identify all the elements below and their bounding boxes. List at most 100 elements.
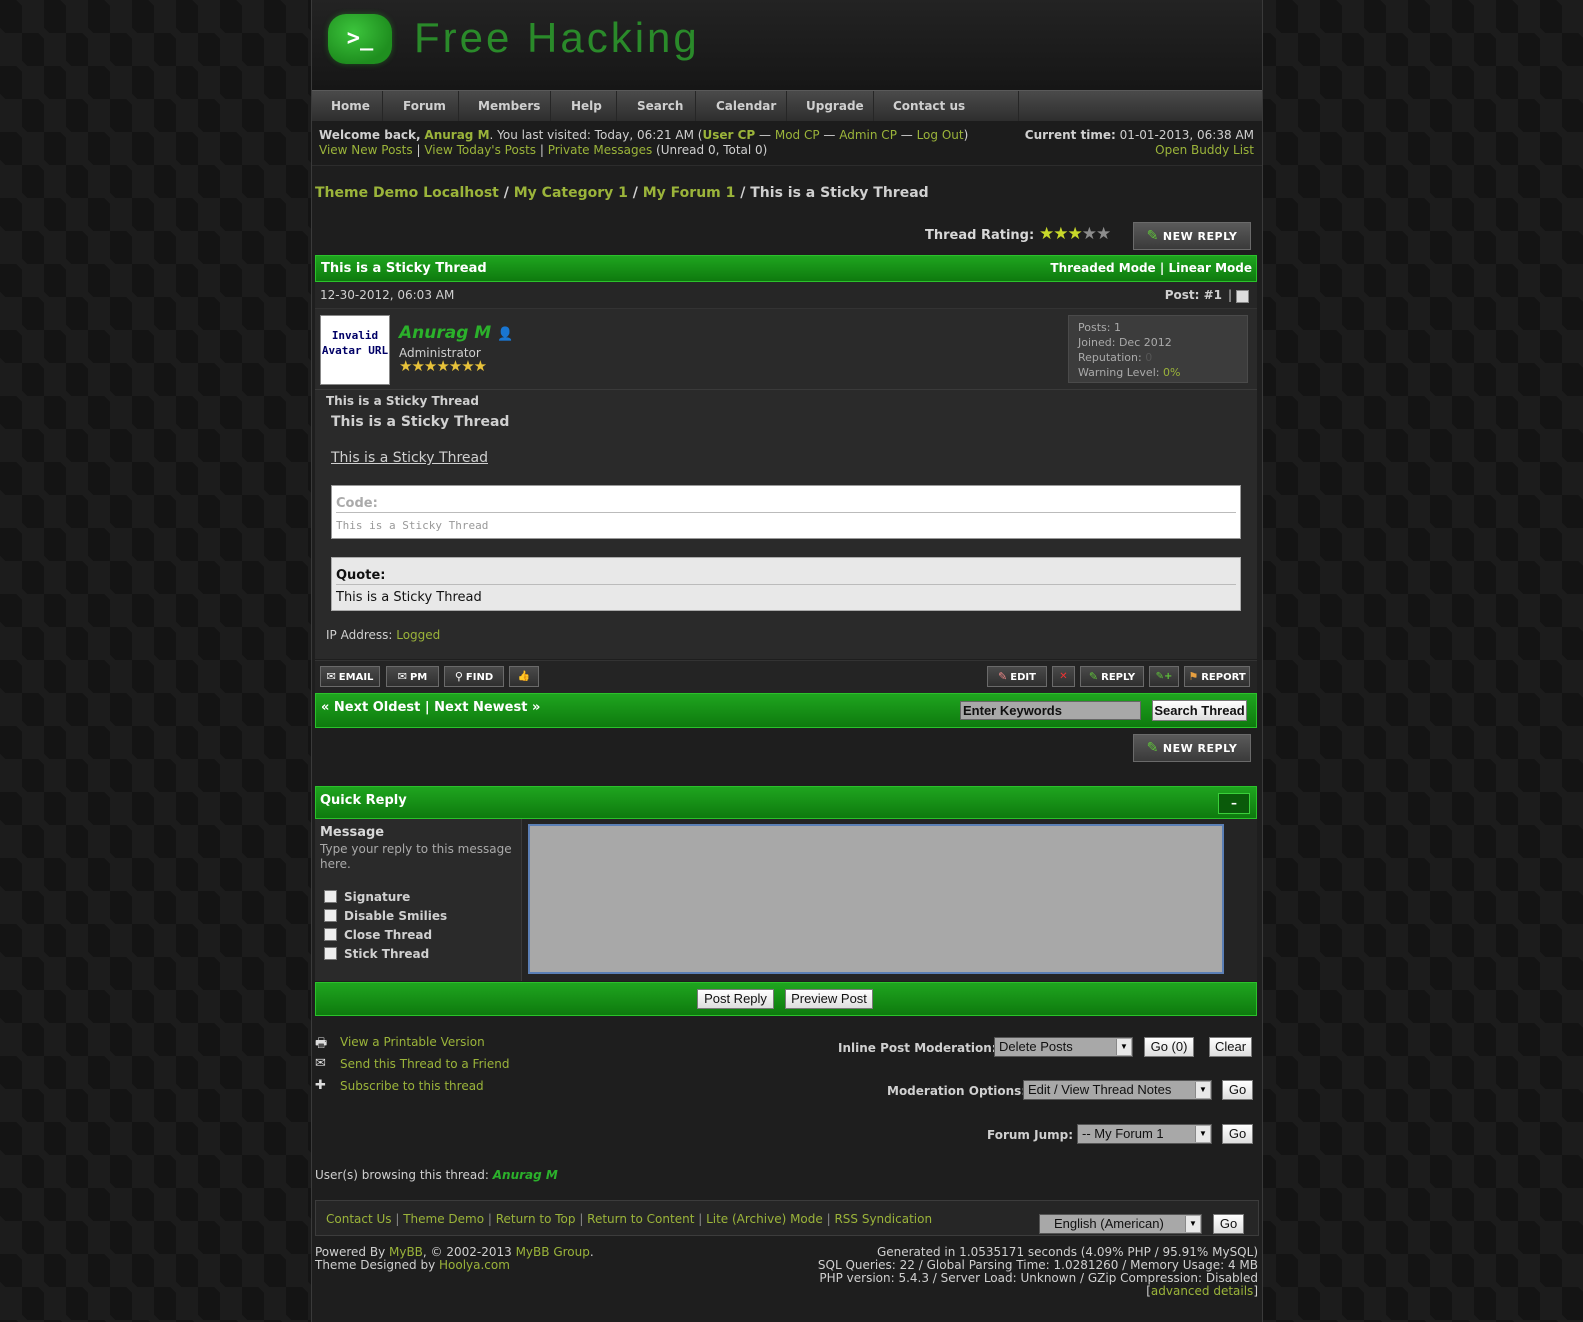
breadcrumb-sep: / bbox=[498, 185, 514, 201]
mybb-group-link[interactable]: MyBB Group bbox=[516, 1245, 590, 1259]
star-icon[interactable]: ★ bbox=[1053, 224, 1068, 244]
nav-contact-us[interactable]: Contact us bbox=[893, 91, 965, 121]
log-out-link[interactable]: Log Out bbox=[917, 128, 964, 142]
linear-mode-link[interactable]: Linear Mode bbox=[1168, 261, 1252, 275]
inline-go-button[interactable]: Go (0) bbox=[1144, 1037, 1194, 1057]
message-textarea[interactable] bbox=[528, 824, 1224, 974]
reply-button[interactable]: ✎ REPLY bbox=[1080, 666, 1144, 687]
advanced-details-link[interactable]: advanced details bbox=[1151, 1284, 1253, 1298]
new-reply-button-bottom[interactable]: ✎ NEW REPLY bbox=[1133, 734, 1251, 762]
breadcrumb-forum[interactable]: My Forum 1 bbox=[643, 185, 736, 201]
username-link[interactable]: Anurag M bbox=[424, 128, 489, 142]
post-pipe: | bbox=[1227, 288, 1232, 302]
reputation-value[interactable]: 0 bbox=[1142, 351, 1152, 364]
mybb-link[interactable]: MyBB bbox=[389, 1245, 423, 1259]
thread-rating-label: Thread Rating: bbox=[925, 228, 1035, 243]
terminal-logo-icon[interactable]: >_ bbox=[328, 14, 392, 64]
stick-thread-checkbox[interactable] bbox=[324, 947, 337, 960]
threaded-mode-link[interactable]: Threaded Mode bbox=[1050, 261, 1155, 275]
pipe: | bbox=[536, 143, 548, 157]
browsing-user-link[interactable]: Anurag M bbox=[493, 1168, 558, 1182]
private-messages-link[interactable]: Private Messages bbox=[548, 143, 653, 157]
thread-title: This is a Sticky Thread bbox=[321, 261, 487, 276]
footer-lite-mode[interactable]: Lite (Archive) Mode bbox=[706, 1212, 823, 1226]
reply-icon: ✎ bbox=[1146, 228, 1159, 244]
star-icon[interactable]: ★ bbox=[1039, 224, 1054, 244]
post-body: Invalid Avatar URL Anurag M 👤 Administra… bbox=[315, 309, 1257, 659]
delete-button[interactable]: ✕ bbox=[1052, 666, 1075, 687]
printable-version-link[interactable]: View a Printable Version bbox=[340, 1035, 485, 1049]
moderation-go-button[interactable]: Go bbox=[1222, 1080, 1253, 1100]
nav-home[interactable]: Home bbox=[331, 91, 370, 121]
footer-return-top[interactable]: Return to Top bbox=[496, 1212, 576, 1226]
view-new-posts-link[interactable]: View New Posts bbox=[319, 143, 413, 157]
pipe: | bbox=[412, 143, 425, 157]
footer-rss[interactable]: RSS Syndication bbox=[834, 1212, 932, 1226]
nav-search[interactable]: Search bbox=[637, 91, 683, 121]
nav-calendar[interactable]: Calendar bbox=[716, 91, 776, 121]
warning-label: Warning Level: bbox=[1078, 366, 1160, 379]
post-author[interactable]: Anurag M 👤 bbox=[399, 323, 513, 343]
welcome-bar: Welcome back, Anurag M. You last visited… bbox=[312, 121, 1262, 166]
mod-cp-link[interactable]: Mod CP bbox=[775, 128, 820, 142]
footer-theme-demo[interactable]: Theme Demo bbox=[403, 1212, 484, 1226]
nav-members[interactable]: Members bbox=[478, 91, 540, 121]
post-author-name[interactable]: Anurag M bbox=[399, 323, 491, 343]
preview-post-button[interactable]: Preview Post bbox=[785, 989, 873, 1009]
find-button[interactable]: ⚲ FIND bbox=[444, 666, 504, 687]
nav-forum[interactable]: Forum bbox=[403, 91, 446, 121]
footer-return-content[interactable]: Return to Content bbox=[587, 1212, 694, 1226]
next-oldest-link[interactable]: Next Oldest bbox=[329, 700, 420, 715]
new-reply-button[interactable]: ✎ NEW REPLY bbox=[1133, 222, 1251, 250]
next-newest-link[interactable]: Next Newest bbox=[434, 700, 532, 715]
nav-help[interactable]: Help bbox=[571, 91, 602, 121]
site-name[interactable]: Free Hacking bbox=[414, 14, 700, 62]
inline-moderation-checkbox[interactable] bbox=[1236, 290, 1249, 303]
forum-jump-select[interactable]: -- My Forum 1 ▼ bbox=[1077, 1124, 1212, 1144]
close-paren: ) bbox=[963, 128, 969, 142]
online-status-icon: 👤 bbox=[497, 327, 514, 342]
user-cp-link[interactable]: User CP bbox=[702, 128, 755, 142]
star-icon[interactable]: ★ bbox=[1096, 224, 1111, 244]
avatar[interactable]: Invalid Avatar URL bbox=[320, 315, 390, 385]
admin-cp-link[interactable]: Admin CP bbox=[839, 128, 897, 142]
moderation-options-select[interactable]: Edit / View Thread Notes ▼ bbox=[1023, 1080, 1212, 1100]
footer-contact-us[interactable]: Contact Us bbox=[326, 1212, 392, 1226]
nav-upgrade[interactable]: Upgrade bbox=[806, 91, 864, 121]
breadcrumb-category[interactable]: My Category 1 bbox=[514, 185, 628, 201]
forum-jump-go-button[interactable]: Go bbox=[1222, 1124, 1253, 1144]
search-thread-button[interactable]: Search Thread bbox=[1152, 700, 1247, 721]
thread-search-input[interactable]: Enter Keywords bbox=[960, 701, 1141, 720]
post-number[interactable]: Post: #1 bbox=[1165, 288, 1222, 302]
warning-value[interactable]: 0% bbox=[1159, 366, 1180, 379]
language-select[interactable]: English (American) ▼ bbox=[1039, 1214, 1202, 1234]
disable-smilies-checkbox[interactable] bbox=[324, 909, 337, 922]
multiquote-button[interactable]: ✎+ bbox=[1149, 666, 1179, 687]
thread-title-bar: This is a Sticky Thread Threaded Mode | … bbox=[315, 255, 1257, 282]
send-friend-link[interactable]: Send this Thread to a Friend bbox=[340, 1057, 509, 1071]
language-go-button[interactable]: Go bbox=[1213, 1214, 1244, 1234]
breadcrumb-home[interactable]: Theme Demo Localhost bbox=[315, 185, 499, 201]
thread-rating-stars[interactable]: ★★★★★ bbox=[1039, 224, 1111, 244]
edit-button[interactable]: ✎ EDIT bbox=[987, 666, 1047, 687]
like-button[interactable]: 👍 bbox=[509, 666, 539, 687]
hoolya-link[interactable]: Hoolya.com bbox=[439, 1258, 510, 1272]
post-body-link[interactable]: This is a Sticky Thread bbox=[331, 450, 488, 466]
report-button[interactable]: ⚑ REPORT bbox=[1184, 666, 1250, 687]
copyright: Powered By MyBB, © 2002-2013 MyBB Group.… bbox=[315, 1246, 594, 1272]
inline-moderation-select[interactable]: Delete Posts ▼ bbox=[994, 1037, 1133, 1057]
subscribe-link[interactable]: Subscribe to this thread bbox=[340, 1079, 484, 1093]
divider bbox=[315, 389, 1257, 390]
view-todays-posts-link[interactable]: View Today's Posts bbox=[424, 143, 536, 157]
collapse-button[interactable]: – bbox=[1218, 793, 1250, 814]
close-thread-checkbox[interactable] bbox=[324, 928, 337, 941]
star-icon[interactable]: ★ bbox=[1082, 224, 1097, 244]
star-icon[interactable]: ★ bbox=[1068, 224, 1083, 244]
pm-label: PM bbox=[409, 672, 428, 683]
email-button[interactable]: ✉ EMAIL bbox=[320, 666, 380, 687]
signature-checkbox[interactable] bbox=[324, 890, 337, 903]
buddy-list-link[interactable]: Open Buddy List bbox=[1155, 143, 1254, 157]
inline-clear-button[interactable]: Clear bbox=[1209, 1037, 1252, 1057]
post-reply-button[interactable]: Post Reply bbox=[697, 989, 774, 1009]
pm-button[interactable]: ✉ PM bbox=[386, 666, 439, 687]
